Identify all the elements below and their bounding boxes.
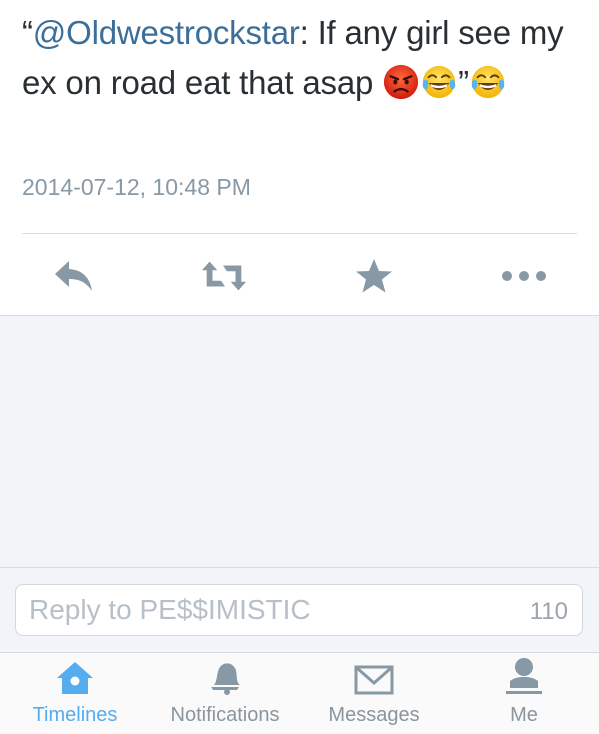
- tweet-timestamp: 2014-07-12, 10:48 PM: [22, 174, 251, 200]
- quote-close: ”: [458, 64, 469, 101]
- more-button[interactable]: [500, 252, 548, 300]
- face-with-tears-of-joy-emoji: [469, 63, 507, 101]
- tab-bar: Timelines Notifications Messages Me: [0, 652, 599, 734]
- person-icon: [506, 658, 542, 694]
- tab-messages[interactable]: Messages: [320, 653, 428, 734]
- favorite-button[interactable]: [350, 252, 398, 300]
- reply-input[interactable]: [29, 585, 489, 635]
- tab-messages-label: Messages: [328, 704, 420, 726]
- home-icon: [57, 662, 93, 694]
- tab-me-label: Me: [510, 704, 538, 726]
- tweet-text: “@Oldwestrockstar: If any girl see my ex…: [22, 8, 582, 108]
- reply-button[interactable]: [50, 252, 98, 300]
- tab-notifications-label: Notifications: [170, 704, 280, 726]
- face-with-tears-of-joy-emoji: [420, 63, 458, 101]
- tab-notifications[interactable]: Notifications: [160, 653, 290, 734]
- tab-me[interactable]: Me: [484, 653, 564, 734]
- quote-open: “: [22, 14, 33, 51]
- retweet-button[interactable]: [200, 252, 248, 300]
- more-icon: [502, 271, 546, 281]
- tweet-actions: [0, 252, 599, 300]
- envelope-icon: [354, 665, 394, 695]
- reply-icon: [55, 261, 92, 291]
- reply-bar: 110: [0, 567, 599, 652]
- reply-box: 110: [15, 584, 583, 636]
- tab-timelines[interactable]: Timelines: [22, 653, 128, 734]
- angry-face-emoji: [382, 63, 420, 101]
- star-icon: [356, 259, 392, 293]
- mention-link[interactable]: @Oldwestrockstar: [33, 14, 300, 51]
- character-count: 110: [529, 598, 568, 625]
- retweet-icon: [201, 261, 247, 291]
- replies-area: [0, 316, 599, 568]
- tab-timelines-label: Timelines: [32, 704, 118, 726]
- tweet-detail: “@Oldwestrockstar: If any girl see my ex…: [0, 0, 599, 316]
- bell-icon: [211, 663, 240, 695]
- divider: [22, 233, 577, 234]
